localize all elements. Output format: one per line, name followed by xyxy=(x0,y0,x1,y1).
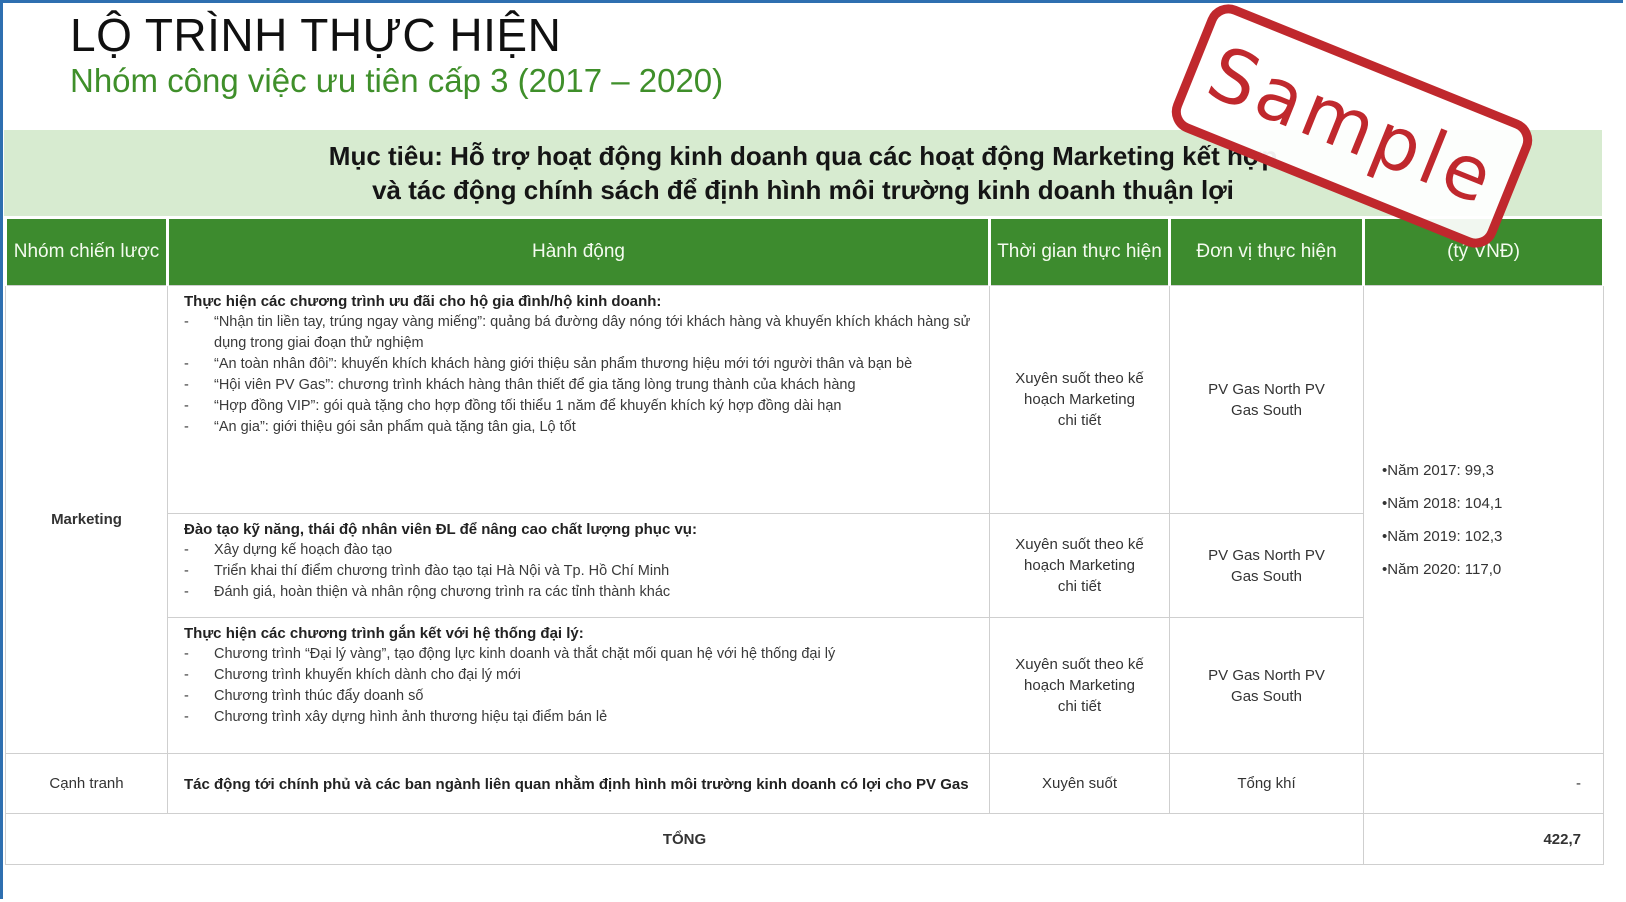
list-item: Chương trình “Đại lý vàng”, tạo động lực… xyxy=(184,644,979,665)
time-text: Xuyên suốt theo kế hoạch Marketing chi t… xyxy=(1015,536,1144,595)
roadmap-table: Nhóm chiến lược Hành động Thời gian thực… xyxy=(4,219,1605,865)
header-time: Thời gian thực hiện xyxy=(988,219,1171,286)
action-cell: Thực hiện các chương trình ưu đãi cho hộ… xyxy=(167,285,990,514)
total-row: TỔNG 422,7 xyxy=(5,813,1604,865)
list-item: “Hội viên PV Gas”: chương trình khách hà… xyxy=(184,375,979,396)
unit-text: PV Gas North PV Gas South xyxy=(1208,546,1325,585)
total-label: TỔNG xyxy=(5,813,1364,865)
page-subtitle: Nhóm công việc ưu tiên cấp 3 (2017 – 202… xyxy=(70,62,724,99)
table-row: Cạnh tranh Tác động tới chính phủ và các… xyxy=(5,753,1604,814)
list-item: Chương trình xây dựng hình ảnh thương hi… xyxy=(184,707,979,728)
unit-cell: Tổng khí xyxy=(1169,753,1364,814)
time-cell: Xuyên suốt theo kế hoạch Marketing chi t… xyxy=(989,617,1170,754)
unit-cell: PV Gas North PV Gas South xyxy=(1169,617,1364,754)
header-unit: Đơn vị thực hiện xyxy=(1168,219,1365,286)
budget-cell: - xyxy=(1363,753,1604,814)
action-bullets: Xây dựng kế hoạch đào tạo Triển khai thí… xyxy=(184,540,979,603)
unit-cell: PV Gas North PV Gas South xyxy=(1169,513,1364,618)
header-group: Nhóm chiến lược xyxy=(4,219,169,286)
total-value: 422,7 xyxy=(1363,813,1604,865)
action-title: Đào tạo kỹ năng, thái độ nhân viên ĐL để… xyxy=(184,521,697,538)
action-bullets: “Nhận tin liền tay, trúng ngay vàng miến… xyxy=(184,312,979,438)
action-title: Tác động tới chính phủ và các ban ngành … xyxy=(184,775,969,793)
budget-cell: •Năm 2017: 99,3 •Năm 2018: 104,1 •Năm 20… xyxy=(1363,285,1604,754)
group-marketing: Marketing xyxy=(5,285,168,754)
budget-year-2018: •Năm 2018: 104,1 xyxy=(1382,494,1503,512)
list-item: Chương trình khuyến khích dành cho đại l… xyxy=(184,665,979,686)
list-item: “An gia”: giới thiệu gói sản phẩm quà tặ… xyxy=(184,417,979,438)
list-item: Xây dựng kế hoạch đào tạo xyxy=(184,540,979,561)
header-action: Hành động xyxy=(166,219,991,286)
action-title: Thực hiện các chương trình gắn kết với h… xyxy=(184,625,584,642)
time-text: Xuyên suốt theo kế hoạch Marketing chi t… xyxy=(1015,656,1144,715)
action-bullets: Chương trình “Đại lý vàng”, tạo động lực… xyxy=(184,644,979,728)
budget-year-2019: •Năm 2019: 102,3 xyxy=(1382,527,1503,545)
goal-line-1: Mục tiêu: Hỗ trợ hoạt động kinh doanh qu… xyxy=(328,141,1278,171)
list-item: Chương trình thúc đẩy doanh số xyxy=(184,686,979,707)
action-cell: Đào tạo kỹ năng, thái độ nhân viên ĐL để… xyxy=(167,513,990,618)
time-cell: Xuyên suốt theo kế hoạch Marketing chi t… xyxy=(989,513,1170,618)
time-cell: Xuyên suốt xyxy=(989,753,1170,814)
list-item: Đánh giá, hoàn thiện và nhân rộng chương… xyxy=(184,582,979,603)
list-item: “Hợp đồng VIP”: gói quà tặng cho hợp đồn… xyxy=(184,396,979,417)
action-cell: Thực hiện các chương trình gắn kết với h… xyxy=(167,617,990,754)
list-item: “Nhận tin liền tay, trúng ngay vàng miến… xyxy=(184,312,979,354)
budget-year-2017: •Năm 2017: 99,3 xyxy=(1382,461,1494,479)
unit-cell: PV Gas North PV Gas South xyxy=(1169,285,1364,514)
page-title: LỘ TRÌNH THỰC HIỆN xyxy=(70,9,562,61)
unit-text: PV Gas North PV Gas South xyxy=(1208,666,1325,705)
budget-year-2020: •Năm 2020: 117,0 xyxy=(1382,560,1502,578)
list-item: “An toàn nhân đôi”: khuyến khích khách h… xyxy=(184,354,979,375)
list-item: Triển khai thí điểm chương trình đào tạo… xyxy=(184,561,979,582)
time-cell: Xuyên suốt theo kế hoạch Marketing chi t… xyxy=(989,285,1170,514)
unit-text: PV Gas North PV Gas South xyxy=(1208,380,1325,419)
table-header-row: Nhóm chiến lược Hành động Thời gian thực… xyxy=(4,219,1605,286)
time-text: Xuyên suốt theo kế hoạch Marketing chi t… xyxy=(1015,370,1144,429)
action-cell: Tác động tới chính phủ và các ban ngành … xyxy=(167,753,990,814)
group-competition: Cạnh tranh xyxy=(5,753,168,814)
goal-line-2: và tác động chính sách để định hình môi … xyxy=(372,175,1234,205)
action-title: Thực hiện các chương trình ưu đãi cho hộ… xyxy=(184,293,662,310)
table-row: Marketing Thực hiện các chương trình ưu … xyxy=(5,285,1604,754)
